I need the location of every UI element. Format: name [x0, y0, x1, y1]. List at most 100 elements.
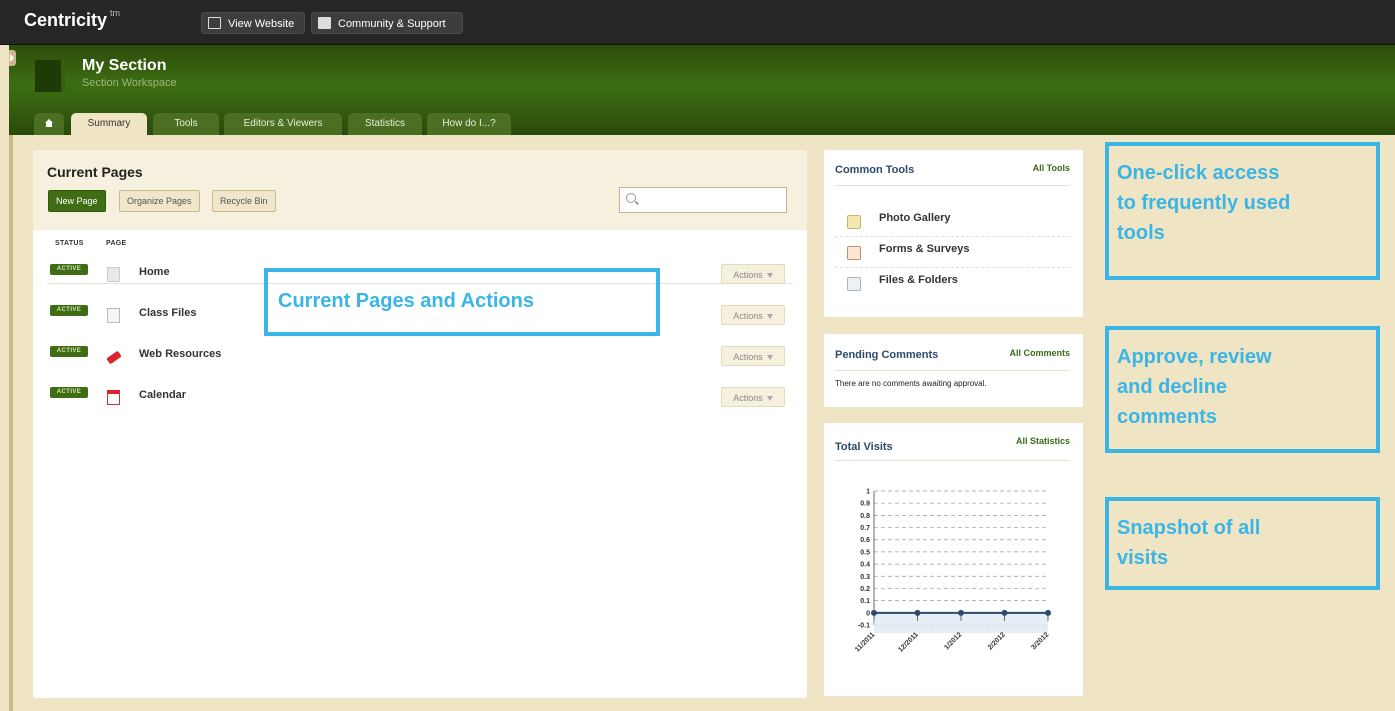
current-pages-panel: Current Pages New Page Organize Pages Re… [33, 150, 807, 698]
page-row-web-resources[interactable]: ACTIVE Web Resources Actions [33, 346, 807, 376]
actions-label: Actions [733, 270, 763, 280]
forms-surveys-icon [847, 246, 861, 260]
y-tick-label: 0.1 [860, 598, 870, 605]
tool-label: Files & Folders [879, 274, 958, 286]
status-badge: ACTIVE [50, 387, 88, 398]
callout-text-line: to frequently used [1117, 192, 1291, 214]
y-tick-label: 1 [866, 489, 870, 496]
sidebar-expand-handle[interactable] [9, 50, 16, 66]
chevron-down-icon [766, 355, 773, 360]
section-icon [35, 60, 65, 92]
card-divider [835, 185, 1070, 186]
callout-text: Current Pages and Actions [278, 290, 534, 312]
brand-trademark: tm [110, 8, 121, 18]
new-page-button[interactable]: New Page [48, 190, 106, 212]
y-tick-label: 0 [866, 610, 870, 617]
tab-summary[interactable]: Summary [71, 113, 147, 136]
data-point [871, 609, 877, 616]
callout-text-line: comments [1117, 406, 1218, 428]
callout-visits: Snapshot of all visits [1105, 497, 1380, 590]
callout-current-pages: Current Pages and Actions [264, 268, 660, 336]
all-comments-link[interactable]: All Comments [1009, 348, 1070, 358]
y-tick-label: 0.9 [860, 501, 870, 508]
brand-name: Centricity [24, 10, 108, 30]
column-header-status: STATUS [55, 240, 84, 247]
search-input[interactable] [640, 191, 784, 211]
recycle-bin-button[interactable]: Recycle Bin [212, 190, 276, 212]
y-tick-label: 0.6 [860, 537, 870, 544]
top-bar: Centricity tm View Website Community & Su… [0, 0, 1395, 45]
organize-pages-button[interactable]: Organize Pages [119, 190, 200, 212]
page-name[interactable]: Class Files [139, 307, 196, 319]
y-tick-label: 0.8 [860, 513, 870, 520]
tab-editors-viewers[interactable]: Editors & Viewers [224, 113, 342, 135]
website-icon [208, 17, 221, 30]
common-tools-card: Common Tools All Tools Photo Gallery For… [824, 150, 1083, 317]
data-point [1001, 609, 1008, 616]
callout-text-line: Snapshot of all [1117, 517, 1261, 539]
view-website-label: View Website [228, 18, 295, 30]
section-subtitle: Section Workspace [82, 77, 177, 89]
callout-text-line: tools [1117, 222, 1165, 244]
community-support-label: Community & Support [338, 18, 446, 30]
view-website-button[interactable]: View Website [201, 12, 305, 34]
status-badge: ACTIVE [50, 264, 88, 275]
card-divider [835, 370, 1070, 371]
search-icon [626, 193, 636, 203]
page-row-calendar[interactable]: ACTIVE Calendar Actions [33, 387, 807, 417]
tab-how-do-i[interactable]: How do I...? [427, 113, 511, 135]
calendar-icon [107, 390, 120, 405]
tool-files-folders[interactable]: Files & Folders [835, 268, 1070, 298]
tool-forms-surveys[interactable]: Forms & Surveys [835, 237, 1070, 268]
pending-comments-title: Pending Comments [835, 349, 939, 361]
community-support-button[interactable]: Community & Support [311, 12, 463, 34]
community-icon [318, 17, 331, 30]
callout-text-line: and decline [1117, 376, 1228, 398]
page-name[interactable]: Calendar [139, 389, 186, 401]
actions-label: Actions [733, 352, 763, 362]
y-tick-label: 0.3 [860, 574, 870, 581]
x-tick-label: 3/2012 [1030, 631, 1050, 651]
link-icon [106, 350, 122, 365]
actions-button[interactable]: Actions [721, 305, 785, 325]
total-visits-chart: 1 0.9 0.8 0.7 0.6 0.5 0.4 0.3 0.2 0.1 0 -0.111/2011… [854, 489, 1051, 654]
page-name[interactable]: Home [139, 266, 170, 278]
actions-button[interactable]: Actions [721, 346, 785, 366]
common-tools-title: Common Tools [835, 164, 915, 176]
x-tick-label: 12/2011 [897, 631, 920, 654]
chevron-down-icon [766, 396, 773, 401]
current-pages-title: Current Pages [47, 164, 143, 180]
all-tools-link[interactable]: All Tools [1033, 163, 1070, 173]
tab-statistics[interactable]: Statistics [348, 113, 422, 135]
callout-common-tools: One-click access to frequently used tool… [1105, 142, 1380, 280]
tool-photo-gallery[interactable]: Photo Gallery [835, 206, 1070, 237]
section-title: My Section [82, 57, 167, 74]
status-badge: ACTIVE [50, 305, 88, 316]
y-tick-label: 0.5 [860, 549, 870, 556]
brand-logo[interactable]: Centricity tm [24, 8, 121, 31]
y-tick-label: 0.2 [860, 586, 870, 593]
tool-label: Forms & Surveys [879, 243, 970, 255]
status-badge: ACTIVE [50, 346, 88, 357]
page-name[interactable]: Web Resources [139, 348, 221, 360]
no-comments-message: There are no comments awaiting approval. [835, 379, 987, 388]
callout-comments: Approve, review and decline comments [1105, 326, 1380, 453]
tab-tools[interactable]: Tools [153, 113, 219, 135]
actions-label: Actions [733, 393, 763, 403]
chevron-down-icon [766, 314, 773, 319]
page-search[interactable] [619, 187, 787, 213]
x-tick-label: 1/2012 [943, 631, 963, 651]
left-border [9, 135, 13, 711]
actions-button[interactable]: Actions [721, 387, 785, 407]
data-point [914, 609, 921, 616]
total-visits-card: Total Visits All Statistics 1 0.9 0.8 0.7 0.… [824, 423, 1083, 696]
tab-home[interactable] [34, 113, 64, 135]
files-folders-icon [847, 277, 861, 291]
y-tick-label: 0.7 [860, 525, 870, 532]
data-point [958, 609, 964, 616]
actions-button[interactable]: Actions [721, 264, 785, 284]
chevron-down-icon [766, 273, 773, 278]
pending-comments-card: Pending Comments All Comments There are … [824, 334, 1083, 407]
x-tick-label: 2/2012 [987, 631, 1007, 651]
page-icon [107, 267, 120, 282]
